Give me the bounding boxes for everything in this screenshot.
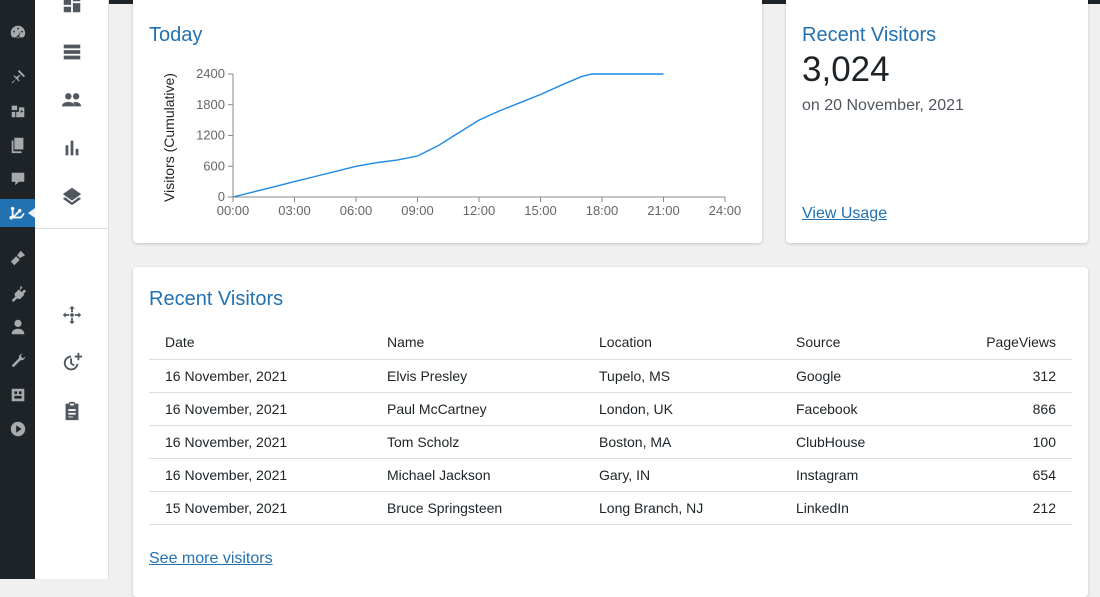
cell-location: Gary, IN — [583, 458, 780, 492]
cell-source: Facebook — [780, 392, 930, 426]
appearance-icon[interactable] — [0, 244, 35, 272]
video-icon[interactable] — [0, 415, 35, 443]
x-tick-label: 09:00 — [401, 203, 434, 218]
move-icon[interactable] — [35, 297, 109, 333]
cell-location: Long Branch, NJ — [583, 491, 780, 525]
table-row: 16 November, 2021 Elvis Presley Tupelo, … — [149, 359, 1072, 393]
table-row: 15 November, 2021 Bruce Springsteen Long… — [149, 491, 1072, 525]
x-tick-label: 15:00 — [524, 203, 557, 218]
x-tick-label: 21:00 — [647, 203, 680, 218]
dashboard-layout-icon[interactable] — [35, 0, 109, 22]
cell-name: Tom Scholz — [371, 425, 583, 459]
posts-icon[interactable] — [0, 63, 35, 91]
recent-visitors-summary-title: Recent Visitors — [802, 24, 937, 46]
y-axis-label: Visitors (Cumulative) — [161, 73, 177, 202]
recent-visitors-table-card: Recent Visitors Date Name Location Sourc… — [133, 267, 1088, 597]
media-icon[interactable] — [0, 97, 35, 125]
visitor-count-date: on 20 November, 2021 — [802, 97, 964, 114]
cell-location: Boston, MA — [583, 425, 780, 459]
y-tick-label: 0 — [218, 189, 225, 204]
clipboard-icon[interactable] — [35, 393, 109, 429]
recent-visitors-summary-card: Recent Visitors 3,024 on 20 November, 20… — [786, 0, 1088, 243]
schedule-add-icon[interactable] — [35, 345, 109, 381]
admin-sidebar — [0, 0, 35, 579]
x-tick-label: 12:00 — [463, 203, 496, 218]
table-row: 16 November, 2021 Paul McCartney London,… — [149, 392, 1072, 426]
cell-pageviews: 312 — [930, 359, 1072, 393]
pages-icon[interactable] — [0, 131, 35, 159]
people-icon[interactable] — [35, 82, 109, 118]
bar-chart-icon[interactable] — [35, 130, 109, 166]
comments-icon[interactable] — [0, 165, 35, 193]
y-tick-label: 600 — [203, 158, 225, 173]
view-usage-link[interactable]: View Usage — [802, 205, 887, 223]
cell-source: LinkedIn — [780, 491, 930, 525]
cell-source: Google — [780, 359, 930, 393]
column-header-source[interactable]: Source — [780, 325, 930, 360]
y-tick-label: 1200 — [196, 128, 225, 143]
cell-pageviews: 212 — [930, 491, 1072, 525]
visitors-series-line — [232, 73, 664, 198]
analytics-icon[interactable] — [0, 199, 35, 227]
y-tick-label: 2400 — [196, 66, 225, 81]
settings-icon[interactable] — [0, 381, 35, 409]
cell-date: 16 November, 2021 — [149, 392, 371, 426]
cell-name: Bruce Springsteen — [371, 491, 583, 525]
layers-icon[interactable] — [35, 178, 109, 214]
cell-source: Instagram — [780, 458, 930, 492]
cell-location: Tupelo, MS — [583, 359, 780, 393]
recent-visitors-table-title: Recent Visitors — [149, 288, 284, 310]
plugin-sidebar — [35, 0, 109, 579]
table-row: 16 November, 2021 Tom Scholz Boston, MA … — [149, 425, 1072, 459]
cell-pageviews: 654 — [930, 458, 1072, 492]
list-icon[interactable] — [35, 34, 109, 70]
cell-date: 15 November, 2021 — [149, 491, 371, 525]
cell-location: London, UK — [583, 392, 780, 426]
cell-date: 16 November, 2021 — [149, 359, 371, 393]
dashboard-icon[interactable] — [0, 18, 35, 46]
x-tick-label: 06:00 — [340, 203, 373, 218]
table-header-row: Date Name Location Source PageViews — [149, 325, 1072, 360]
today-card: Today 00:00 03:00 06:00 09:00 12:00 15:00 18:0… — [133, 0, 762, 243]
column-header-pageviews[interactable]: PageViews — [930, 325, 1072, 360]
x-tick-label: 18:00 — [586, 203, 619, 218]
cell-name: Paul McCartney — [371, 392, 583, 426]
cell-pageviews: 100 — [930, 425, 1072, 459]
visitors-line-chart: 00:00 03:00 06:00 09:00 12:00 15:00 18:00 21:00… — [161, 66, 742, 218]
x-tick-label: 00:00 — [217, 203, 250, 218]
cell-pageviews: 866 — [930, 392, 1072, 426]
column-header-location[interactable]: Location — [583, 325, 780, 360]
see-more-visitors-link[interactable]: See more visitors — [149, 550, 273, 568]
column-header-name[interactable]: Name — [371, 325, 583, 360]
cell-name: Elvis Presley — [371, 359, 583, 393]
tools-icon[interactable] — [0, 347, 35, 375]
x-tick-label: 03:00 — [278, 203, 311, 218]
users-icon[interactable] — [0, 313, 35, 341]
plugins-icon[interactable] — [0, 279, 35, 307]
cell-source: ClubHouse — [780, 425, 930, 459]
column-header-date[interactable]: Date — [149, 325, 371, 360]
table-row: 16 November, 2021 Michael Jackson Gary, … — [149, 458, 1072, 492]
visitors-table: Date Name Location Source PageViews 16 N… — [149, 325, 1072, 525]
cell-date: 16 November, 2021 — [149, 425, 371, 459]
cell-date: 16 November, 2021 — [149, 458, 371, 492]
y-tick-label: 1800 — [196, 97, 225, 112]
cell-name: Michael Jackson — [371, 458, 583, 492]
x-tick-label: 24:00 — [709, 203, 742, 218]
visitor-count: 3,024 — [802, 50, 890, 89]
submenu-divider — [35, 228, 109, 229]
